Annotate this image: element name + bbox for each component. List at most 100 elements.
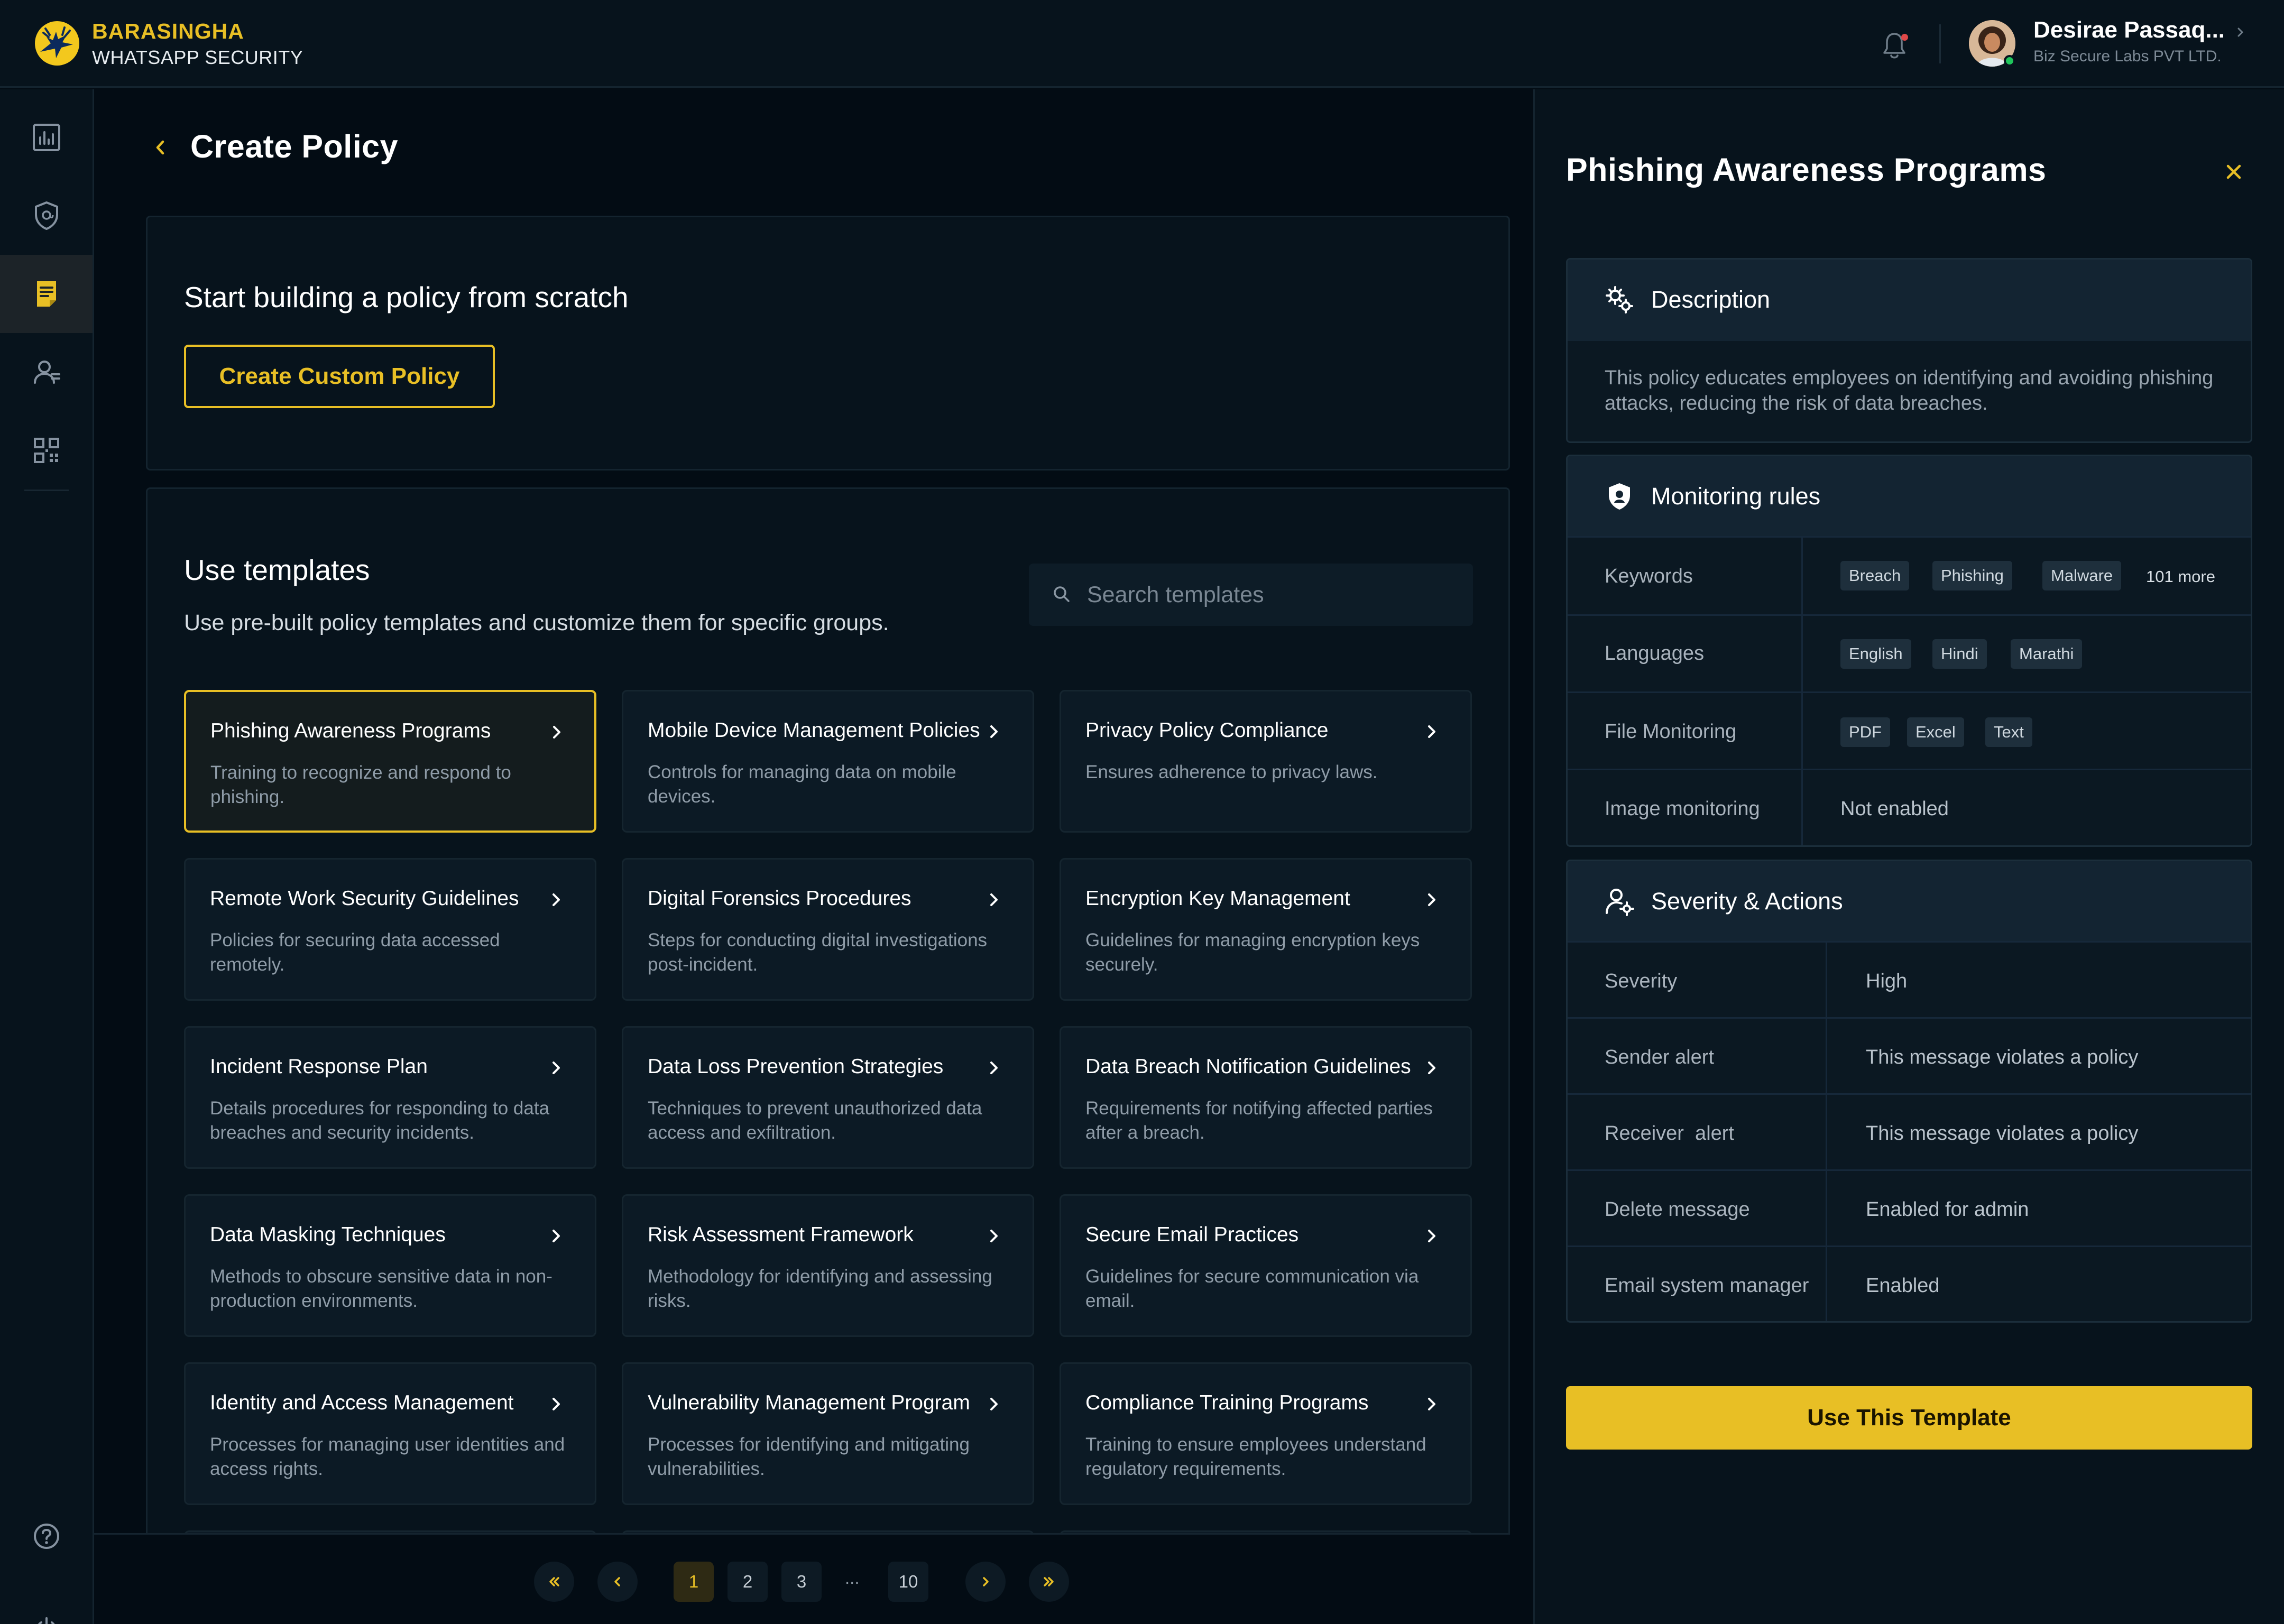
template-card-title: Encryption Key Management: [1085, 887, 1350, 910]
keywords-row: Keywords Breach Phishing Malware 101 mor…: [1568, 536, 2251, 614]
chevron-right-icon: [983, 1577, 989, 1586]
monitoring-rules-section: Monitoring rules Keywords Breach Phishin…: [1566, 455, 2252, 847]
sidebar-separator: [24, 490, 69, 491]
template-card-title: Digital Forensics Procedures: [648, 887, 911, 910]
chevron-right-icon[interactable]: [2235, 24, 2246, 40]
double-chevron-right-icon: [1044, 1577, 1054, 1586]
description-header: Description: [1568, 260, 2251, 341]
sidebar-item-logout[interactable]: [0, 1591, 93, 1624]
search-input[interactable]: [1087, 564, 1457, 626]
prev-page-button[interactable]: [597, 1562, 638, 1602]
template-card-title: Remote Work Security Guidelines: [210, 887, 519, 910]
sidebar-item-policies[interactable]: [0, 255, 93, 333]
row-divider: [1801, 693, 1803, 769]
monitoring-rules-header: Monitoring rules: [1568, 456, 2251, 538]
chevron-right-icon: [549, 889, 563, 910]
deer-logo-icon: [40, 26, 73, 58]
template-card[interactable]: Phishing Awareness Programs Training to …: [184, 690, 596, 833]
template-card[interactable]: Risk Assessment Framework Methodology fo…: [622, 1194, 1034, 1337]
back-chevron-icon[interactable]: [151, 135, 169, 160]
template-card[interactable]: Compliance Training Programs Training to…: [1060, 1362, 1472, 1505]
templates-subtitle: Use pre-built policy templates and custo…: [184, 610, 889, 635]
template-card[interactable]: Digital Forensics Procedures Steps for c…: [622, 858, 1034, 1001]
template-card-description: Requirements for notifying affected part…: [1085, 1098, 1433, 1143]
language-tag: Hindi: [1932, 639, 1987, 669]
search-box: [1029, 564, 1473, 626]
template-card[interactable]: Incident Response Plan Details procedure…: [184, 1026, 596, 1169]
template-card[interactable]: Vulnerability Management Program Process…: [622, 1362, 1034, 1505]
user-settings-icon: [1606, 889, 1634, 916]
page-button-3[interactable]: 3: [781, 1562, 822, 1602]
template-card-title: Mobile Device Management Policies: [648, 719, 980, 742]
sidebar-item-users[interactable]: [0, 333, 93, 411]
template-card-title: Vulnerability Management Program: [648, 1391, 970, 1414]
template-card[interactable]: Data Masking Techniques Methods to obscu…: [184, 1194, 596, 1337]
use-this-template-button[interactable]: Use This Template: [1566, 1386, 2252, 1450]
shield-icon: [1609, 483, 1630, 510]
page-button-10[interactable]: 10: [888, 1562, 928, 1602]
template-card-description: Training to recognize and respond to phi…: [210, 762, 511, 807]
template-card-description: Training to ensure employees understand …: [1085, 1434, 1426, 1479]
template-card[interactable]: Mobile Device Management Policies Contro…: [622, 690, 1034, 833]
first-page-button[interactable]: [534, 1562, 574, 1602]
chevron-right-icon: [549, 1394, 563, 1415]
sender-alert-row: Sender alert This message violates a pol…: [1568, 1017, 2251, 1093]
sidebar-item-devices[interactable]: [0, 411, 93, 490]
template-card[interactable]: Remote Work Security Guidelines Policies…: [184, 858, 596, 1001]
close-icon[interactable]: [2224, 162, 2244, 182]
sidebar-item-security[interactable]: [0, 177, 93, 255]
template-card[interactable]: Identity and Access Management Processes…: [184, 1362, 596, 1505]
pagination-divider: [94, 1533, 1510, 1535]
languages-row: Languages English Hindi Marathi: [1568, 614, 2251, 691]
receiver-alert-row: Receiver alert This message violates a p…: [1568, 1093, 2251, 1169]
keyword-tag: Malware: [2042, 561, 2122, 590]
sidebar-item-help[interactable]: [0, 1497, 93, 1575]
chevron-right-icon: [987, 1225, 1001, 1247]
template-card-description: Techniques to prevent unauthorized data …: [648, 1098, 982, 1143]
severity-actions-header: Severity & Actions: [1568, 861, 2251, 943]
scratch-title: Start building a policy from scratch: [184, 281, 629, 313]
create-custom-policy-button[interactable]: Create Custom Policy: [184, 345, 495, 408]
row-divider: [1801, 538, 1803, 614]
keywords-more[interactable]: 101 more: [2146, 567, 2215, 586]
template-card-title: Secure Email Practices: [1085, 1223, 1299, 1246]
last-page-button[interactable]: [1029, 1562, 1069, 1602]
template-card-description: Policies for securing data accessed remo…: [210, 930, 500, 975]
template-card[interactable]: Data Breach Notification Guidelines Requ…: [1060, 1026, 1472, 1169]
row-divider: [1826, 1171, 1827, 1245]
user-organization: Biz Secure Labs PVT LTD.: [2033, 48, 2222, 65]
chevron-right-icon: [1425, 1394, 1439, 1415]
notification-dot: [1901, 34, 1908, 41]
template-card-title: Privacy Policy Compliance: [1085, 719, 1329, 742]
template-card[interactable]: Secure Email Practices Guidelines for se…: [1060, 1194, 1472, 1337]
header-divider: [1939, 24, 1941, 63]
brand-logo: [35, 21, 79, 66]
severity-actions-heading: Severity & Actions: [1651, 888, 1843, 915]
template-card-title: Data Masking Techniques: [210, 1223, 446, 1246]
next-page-button[interactable]: [965, 1562, 1006, 1602]
template-card[interactable]: Privacy Policy Compliance Ensures adhere…: [1060, 690, 1472, 833]
email-system-manager-label: Email system manager: [1605, 1275, 1809, 1297]
file-monitoring-row: File Monitoring PDF Excel Text: [1568, 691, 2251, 769]
scratch-section: [146, 216, 1510, 470]
detail-title: Phishing Awareness Programs: [1566, 152, 2047, 188]
template-card[interactable]: Encryption Key Management Guidelines for…: [1060, 858, 1472, 1001]
chevron-right-icon: [987, 721, 1001, 742]
page-button-2[interactable]: 2: [727, 1562, 768, 1602]
template-card-description: Processes for identifying and mitigating…: [648, 1434, 970, 1479]
delete-message-row: Delete message Enabled for admin: [1568, 1169, 2251, 1245]
template-card[interactable]: Data Loss Prevention Strategies Techniqu…: [622, 1026, 1034, 1169]
pagination-ellipsis: ...: [845, 1568, 860, 1588]
search-icon: [1054, 586, 1070, 602]
template-card-description: Methodology for identifying and assessin…: [648, 1266, 992, 1311]
monitoring-rules-heading: Monitoring rules: [1651, 483, 1821, 510]
image-monitoring-label: Image monitoring: [1605, 798, 1760, 820]
sidebar-item-dashboard[interactable]: [0, 98, 93, 177]
power-icon: [38, 1617, 55, 1624]
page-button-1[interactable]: 1: [674, 1562, 714, 1602]
sender-alert-label: Sender alert: [1605, 1046, 1715, 1068]
receiver-alert-label: Receiver alert: [1605, 1122, 1734, 1145]
file-monitoring-label: File Monitoring: [1605, 721, 1737, 743]
language-tag: English: [1840, 639, 1911, 669]
template-card-description: Guidelines for managing encryption keys …: [1085, 930, 1420, 975]
